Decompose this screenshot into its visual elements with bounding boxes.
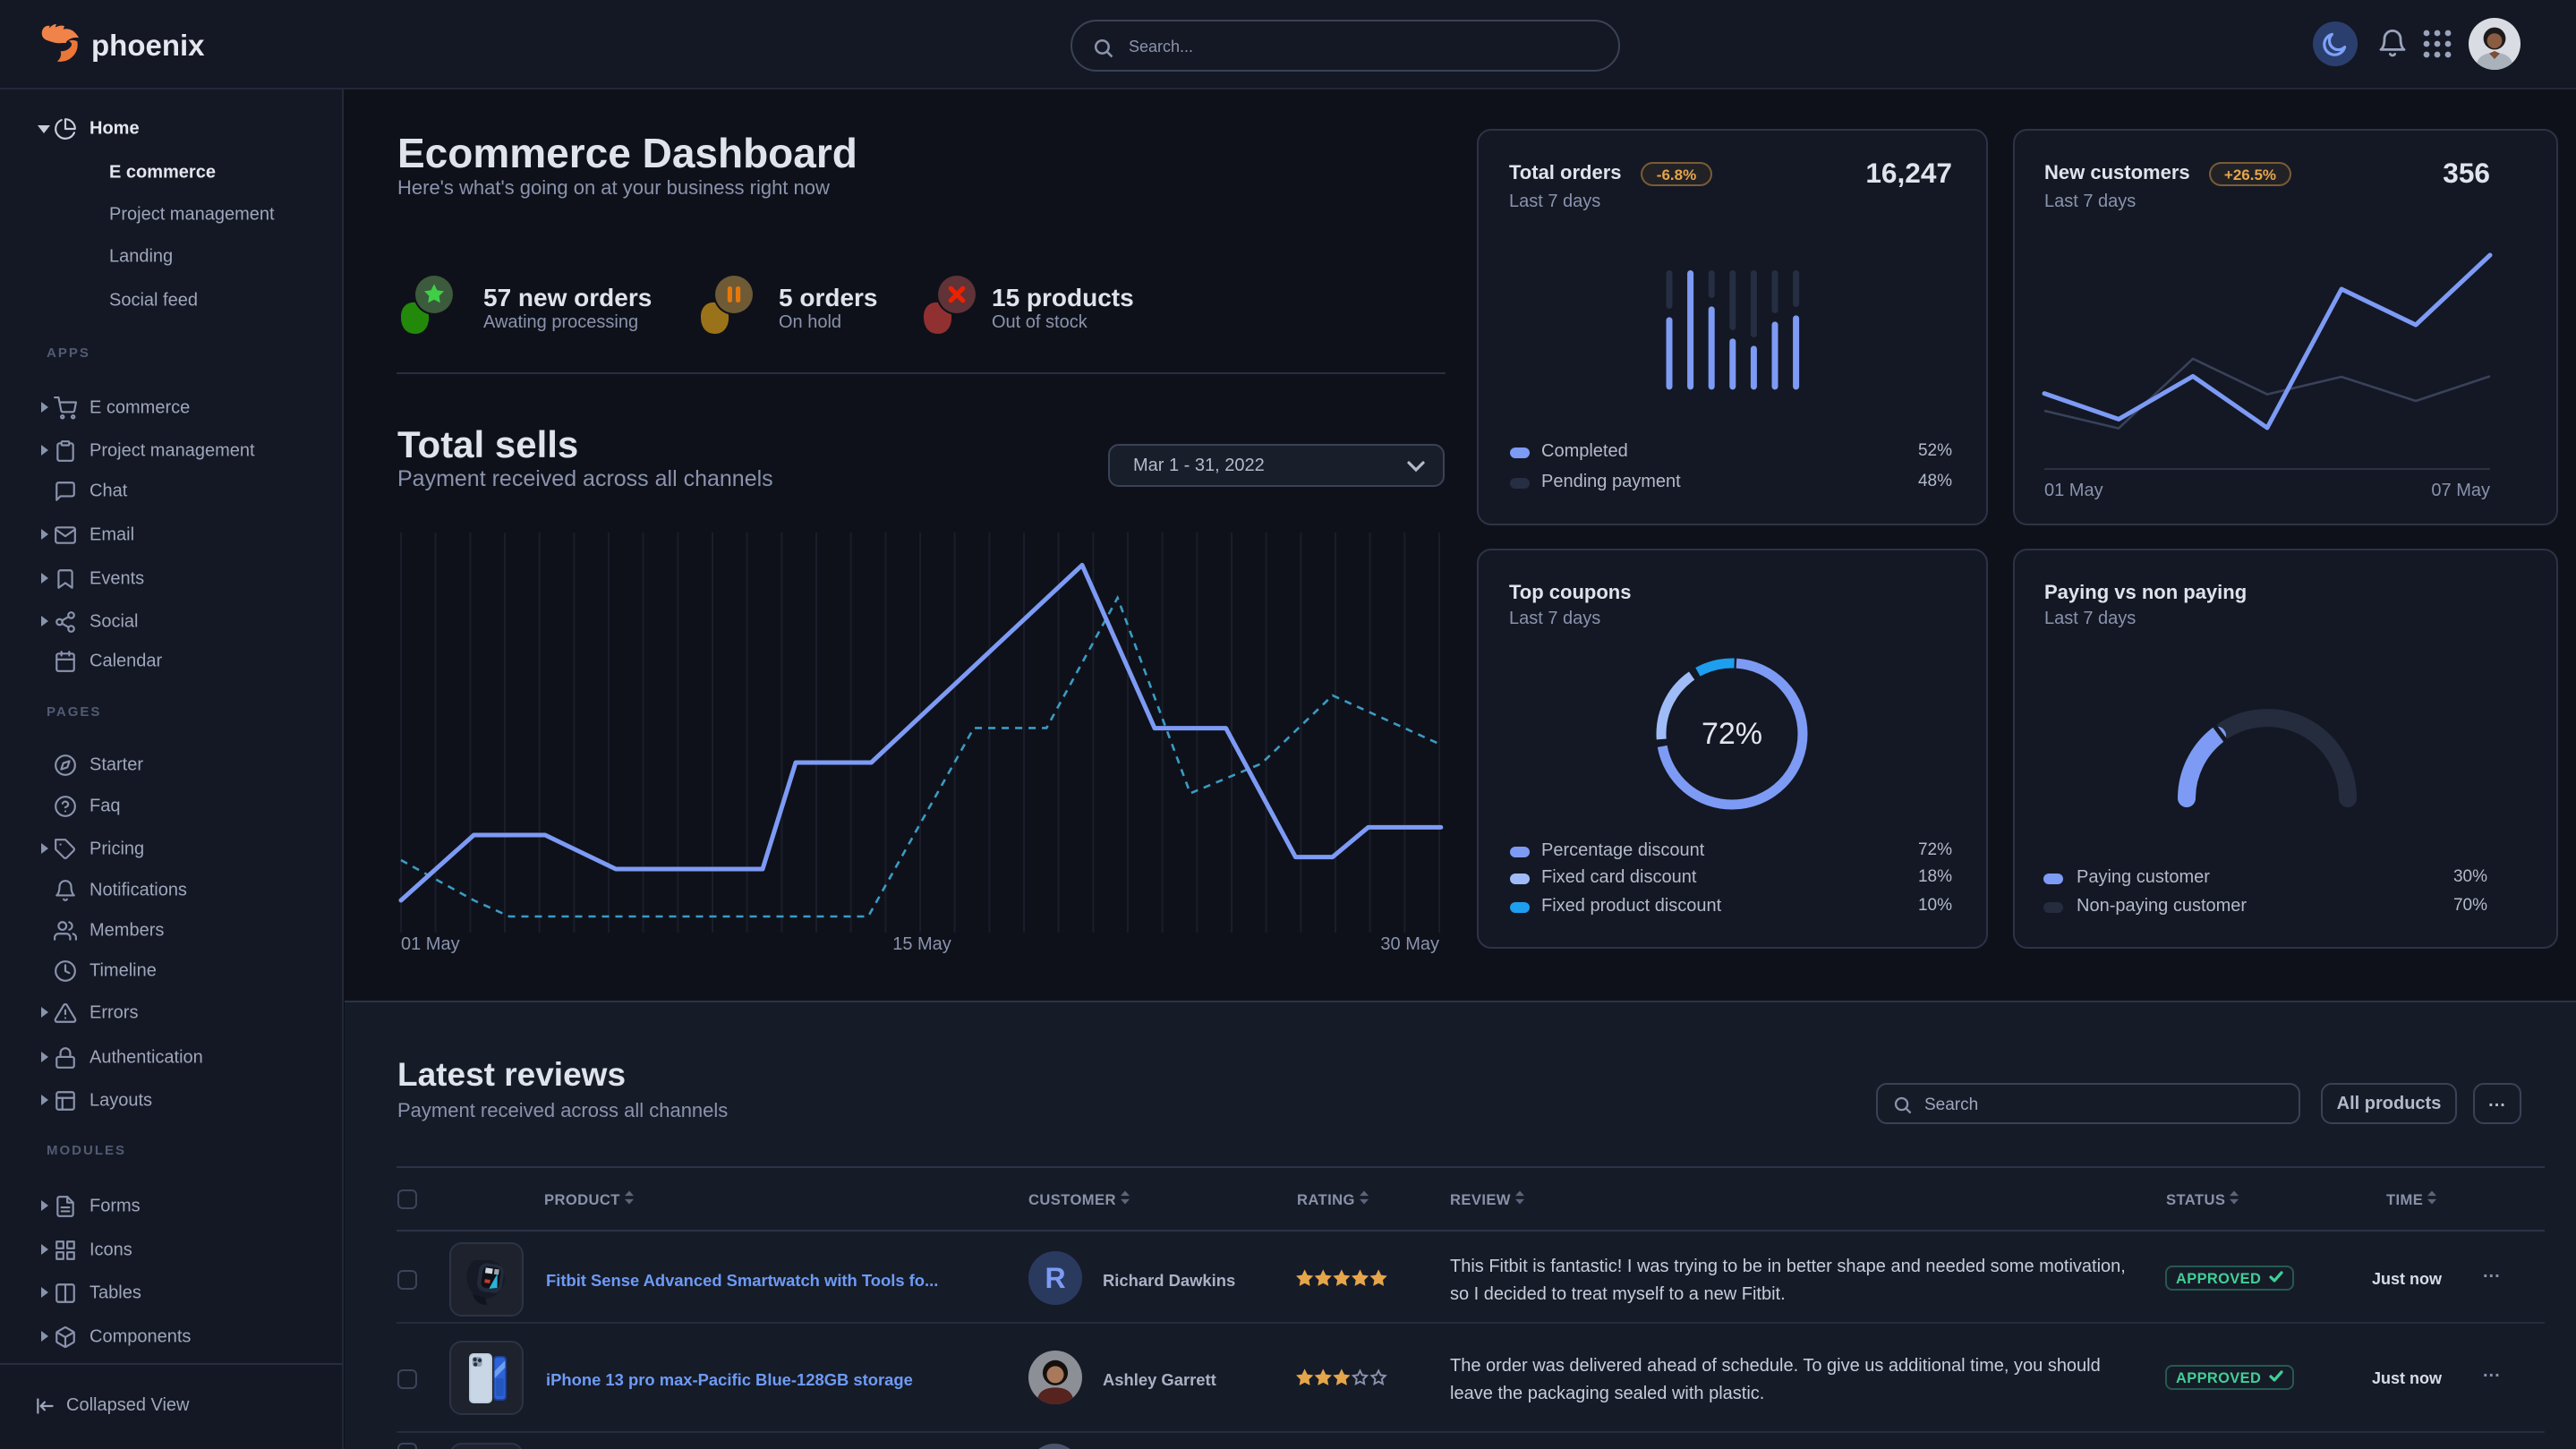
svg-text:01 May: 01 May <box>2044 481 2103 500</box>
svg-text:01 May: 01 May <box>401 934 460 954</box>
svg-text:07 May: 07 May <box>2431 481 2490 500</box>
svg-text:15 May: 15 May <box>892 934 951 954</box>
svg-text:72%: 72% <box>1702 717 1762 751</box>
svg-text:30 May: 30 May <box>1380 934 1439 954</box>
